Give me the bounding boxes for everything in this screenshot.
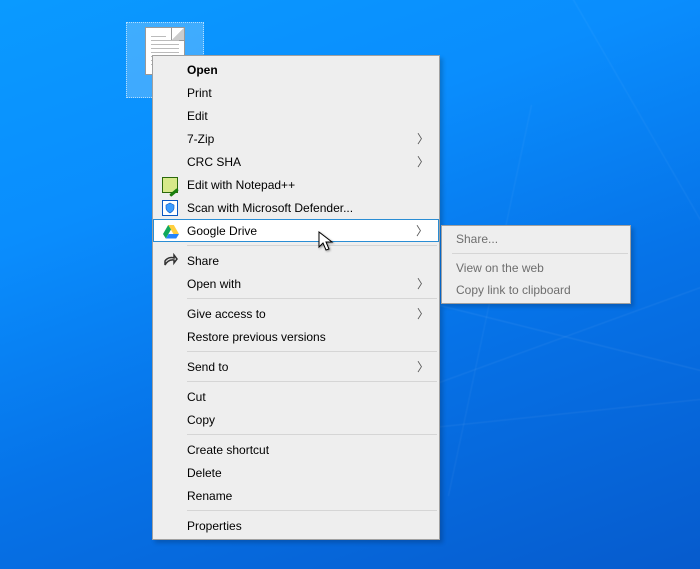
menu-item-send-to[interactable]: Send to 〉 [153,355,439,378]
submenu-item-view-web[interactable]: View on the web [442,257,630,279]
menu-item-label: 7-Zip [187,132,214,146]
menu-item-label: Give access to [187,307,266,321]
menu-item-label: CRC SHA [187,155,241,169]
menu-separator [187,298,437,299]
share-icon [161,252,179,270]
chevron-right-icon: 〉 [417,358,429,375]
menu-item-label: Send to [187,360,228,374]
chevron-right-icon: 〉 [416,222,428,239]
menu-separator [452,253,628,254]
menu-item-open-with[interactable]: Open with 〉 [153,272,439,295]
google-drive-icon [162,222,180,240]
chevron-right-icon: 〉 [417,305,429,322]
notepadpp-icon [161,176,179,194]
menu-item-label: Properties [187,519,242,533]
menu-separator [187,434,437,435]
menu-item-label: Google Drive [187,224,257,238]
chevron-right-icon: 〉 [417,130,429,147]
context-menu: Open Print Edit 7-Zip 〉 CRC SHA 〉 Edit w… [152,55,440,540]
google-drive-submenu: Share... View on the web Copy link to cl… [441,225,631,304]
menu-separator [187,245,437,246]
menu-item-label: Print [187,86,212,100]
menu-item-label: Restore previous versions [187,330,326,344]
defender-icon [161,199,179,217]
menu-item-create-shortcut[interactable]: Create shortcut [153,438,439,461]
menu-item-open[interactable]: Open [153,58,439,81]
chevron-right-icon: 〉 [417,275,429,292]
menu-item-properties[interactable]: Properties [153,514,439,537]
menu-item-cut[interactable]: Cut [153,385,439,408]
menu-item-label: View on the web [456,261,544,275]
menu-separator [187,351,437,352]
menu-item-label: Create shortcut [187,443,269,457]
menu-item-restore-versions[interactable]: Restore previous versions [153,325,439,348]
submenu-item-share[interactable]: Share... [442,228,630,250]
menu-item-7zip[interactable]: 7-Zip 〉 [153,127,439,150]
menu-item-label: Copy link to clipboard [456,283,571,297]
menu-item-edit[interactable]: Edit [153,104,439,127]
chevron-right-icon: 〉 [417,153,429,170]
menu-item-label: Share [187,254,219,268]
menu-item-label: Open [187,63,218,77]
menu-item-google-drive[interactable]: Google Drive 〉 [153,219,439,242]
submenu-item-copy-link[interactable]: Copy link to clipboard [442,279,630,301]
menu-item-label: Delete [187,466,222,480]
menu-item-label: Share... [456,232,498,246]
menu-item-label: Rename [187,489,232,503]
menu-item-print[interactable]: Print [153,81,439,104]
menu-item-share[interactable]: Share [153,249,439,272]
menu-item-defender[interactable]: Scan with Microsoft Defender... [153,196,439,219]
menu-item-label: Open with [187,277,241,291]
wallpaper-beam [520,0,700,254]
menu-item-rename[interactable]: Rename [153,484,439,507]
menu-separator [187,510,437,511]
menu-separator [187,381,437,382]
menu-item-copy[interactable]: Copy [153,408,439,431]
menu-item-label: Copy [187,413,215,427]
menu-item-notepadpp[interactable]: Edit with Notepad++ [153,173,439,196]
menu-item-label: Cut [187,390,206,404]
menu-item-give-access[interactable]: Give access to 〉 [153,302,439,325]
menu-item-label: Edit [187,109,208,123]
menu-item-label: Edit with Notepad++ [187,178,295,192]
menu-item-delete[interactable]: Delete [153,461,439,484]
menu-item-label: Scan with Microsoft Defender... [187,201,353,215]
menu-item-crc-sha[interactable]: CRC SHA 〉 [153,150,439,173]
